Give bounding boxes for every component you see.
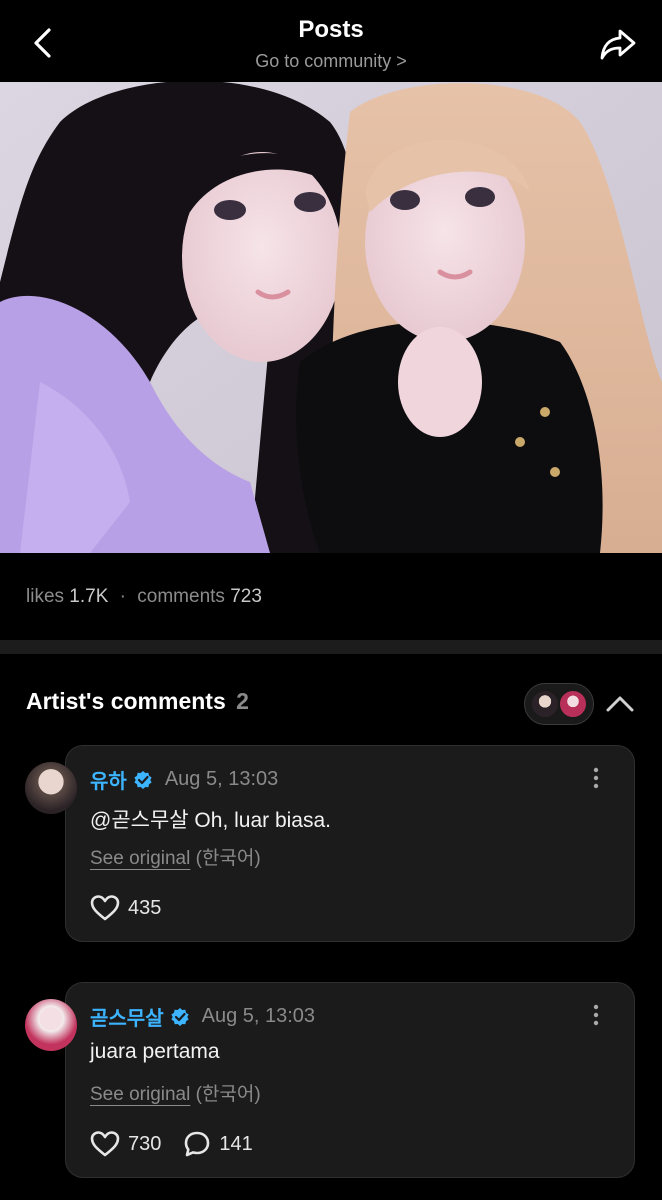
like-count: 435 (128, 896, 162, 919)
comment-actions: 730 141 (90, 1130, 275, 1158)
artist-comments-label: Artist's comments (26, 688, 226, 714)
comment-time: Aug 5, 13:03 (164, 768, 279, 790)
like-button[interactable]: 730 (90, 1130, 161, 1158)
more-options-button[interactable] (584, 766, 608, 790)
like-button[interactable]: 435 (90, 894, 161, 922)
see-original-link[interactable]: See original (90, 1084, 190, 1105)
photo-illustration (0, 82, 662, 553)
top-bar: Posts Go to community > (0, 0, 662, 82)
more-vertical-icon (593, 1004, 599, 1026)
section-divider (0, 640, 662, 654)
comment-author[interactable]: 유하 (90, 765, 127, 794)
comment-header: 유하 Aug 5, 13:03 (90, 765, 278, 794)
page-title: Posts (298, 16, 364, 43)
share-arrow-icon (600, 29, 636, 60)
artist-comments-count: 2 (236, 688, 249, 714)
avatar (530, 689, 560, 719)
more-vertical-icon (593, 767, 599, 789)
heart-icon (90, 1131, 120, 1157)
post-stats: likes 1.7K · comments 723 (26, 586, 262, 608)
see-original-row: See original (한국어) (90, 1079, 261, 1106)
comments-label: comments (137, 586, 225, 607)
verified-badge-icon (171, 1007, 189, 1026)
comments-count: 723 (230, 586, 262, 607)
comment-text: juara pertama (90, 1040, 220, 1063)
share-button[interactable] (598, 24, 638, 64)
original-language: (한국어) (195, 1084, 261, 1105)
verified-badge-icon (134, 770, 152, 789)
comment-time: Aug 5, 13:03 (201, 1005, 316, 1027)
comment-card: 유하 Aug 5, 13:03 @곧스무살 Oh, luar biasa. Se… (65, 745, 635, 942)
chevron-up-icon (606, 696, 634, 712)
original-language: (한국어) (195, 848, 261, 869)
see-original-row: See original (한국어) (90, 843, 261, 870)
stats-separator: · (119, 586, 126, 607)
comment-bubble-icon (185, 1131, 210, 1157)
avatar[interactable] (25, 762, 77, 814)
collapse-button[interactable] (604, 690, 636, 718)
likes-count: 1.7K (69, 586, 109, 607)
comment-actions: 435 (90, 894, 183, 922)
comment-text: @곧스무살 Oh, luar biasa. (90, 809, 332, 832)
comment-card: 곧스무살 Aug 5, 13:03 juara pertama See orig… (65, 982, 635, 1178)
more-options-button[interactable] (584, 1003, 608, 1027)
comment-header: 곧스무살 Aug 5, 13:03 (90, 1002, 315, 1031)
reply-count: 141 (219, 1132, 253, 1155)
go-to-community-link[interactable]: Go to community > (0, 51, 662, 72)
like-count: 730 (128, 1132, 162, 1155)
post-photo[interactable] (0, 82, 662, 553)
likes-label: likes (26, 586, 65, 607)
heart-icon (90, 895, 120, 921)
artist-avatars-group[interactable] (524, 683, 594, 725)
avatar (558, 689, 588, 719)
artist-comments-title: Artist's comments 2 (26, 688, 249, 715)
see-original-link[interactable]: See original (90, 848, 190, 869)
comment-author[interactable]: 곧스무살 (90, 1002, 164, 1031)
reply-button[interactable]: 141 (183, 1130, 253, 1158)
avatar[interactable] (25, 999, 77, 1051)
